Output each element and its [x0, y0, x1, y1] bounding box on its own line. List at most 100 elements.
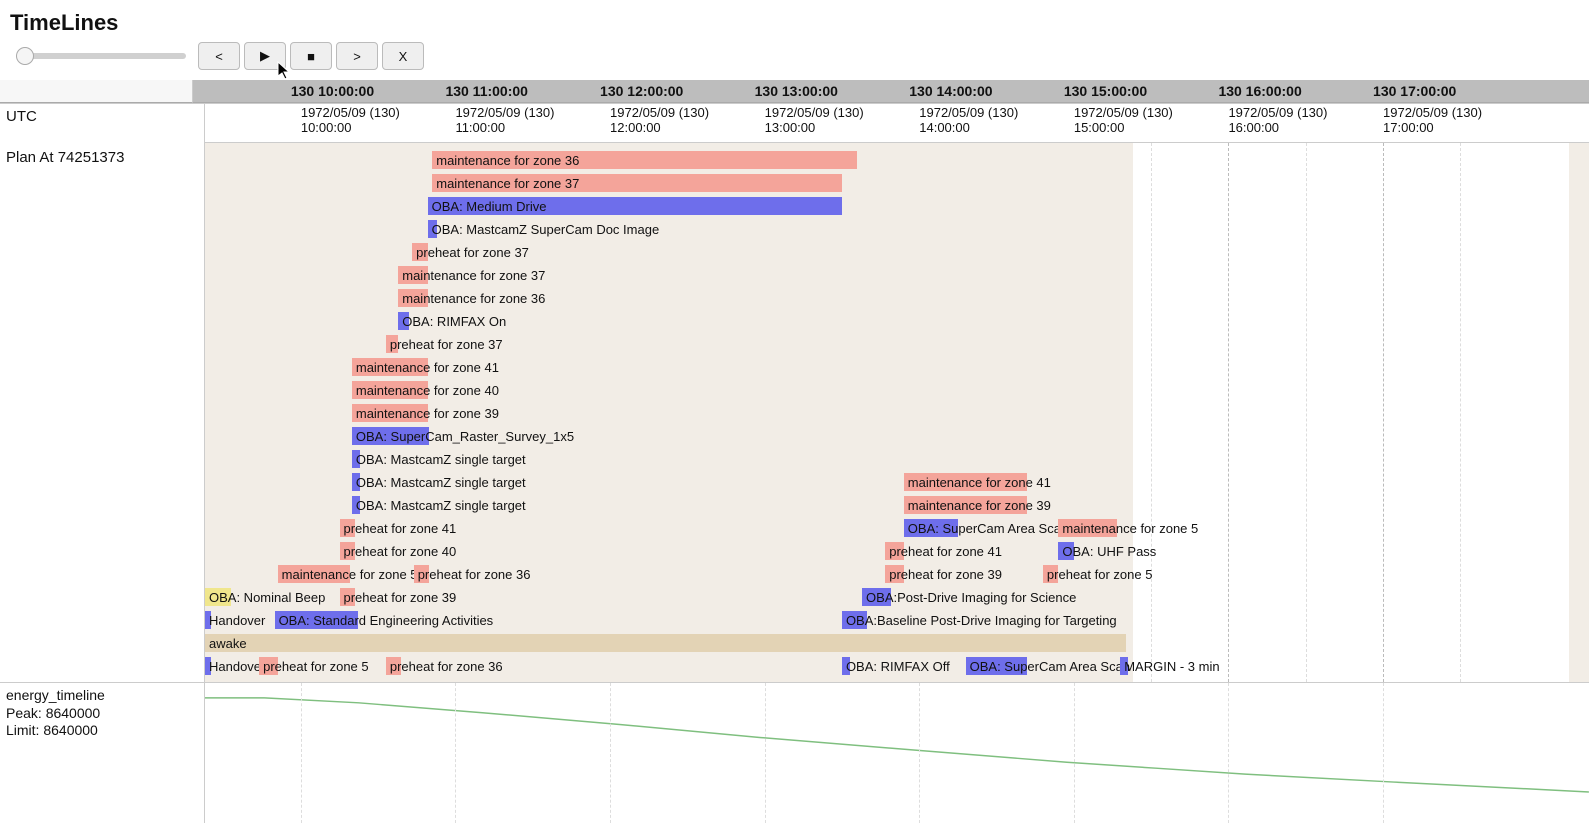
gridline-minor — [1151, 143, 1152, 682]
plan-bar[interactable]: OBA: MastcamZ single target — [352, 496, 360, 514]
gridline-minor — [1460, 143, 1461, 682]
time-header-slot: 130 11:00:00 — [443, 80, 528, 102]
time-header-slot: 130 15:00:00 — [1062, 80, 1147, 102]
plan-bar[interactable]: preheat for zone 39 — [340, 588, 355, 606]
time-header-slot: 130 17:00:00 — [1371, 80, 1456, 102]
plan-bar-label: OBA: Nominal Beep — [207, 590, 325, 605]
plan-bar[interactable]: maintenance for zone 41 — [352, 358, 428, 376]
plan-bar-label: OBA: SuperCam Area Scan — [968, 659, 1130, 674]
play-button[interactable]: ▶ — [244, 42, 286, 70]
stop-button[interactable]: ■ — [290, 42, 332, 70]
gridline — [1383, 143, 1384, 682]
plan-bar-label: Handover — [207, 613, 265, 628]
plan-bar[interactable]: maintenance for zone 5 — [278, 565, 351, 583]
utc-row: UTC 1972/05/09 (130)10:00:001972/05/09 (… — [0, 104, 1589, 143]
plan-bar-label: maintenance for zone 36 — [400, 291, 545, 306]
plan-bar[interactable]: OBA: MastcamZ single target — [352, 473, 360, 491]
plan-label: Plan At 74251373 — [0, 143, 205, 682]
plan-bar[interactable]: OBA:Post-Drive Imaging for Science — [862, 588, 891, 606]
plan-bar-label: preheat for zone 36 — [388, 659, 503, 674]
plan-bar[interactable]: OBA: UHF Pass — [1058, 542, 1073, 560]
plan-bar[interactable]: OBA: Standard Engineering Activities — [275, 611, 358, 629]
gridline — [919, 683, 920, 823]
plan-bar-label: maintenance for zone 5 — [280, 567, 418, 582]
plan-bar[interactable]: Handover — [205, 611, 211, 629]
plan-bar[interactable]: OBA: SuperCam_Raster_Survey_1x5 — [352, 427, 429, 445]
plan-bar[interactable]: preheat for zone 5 — [1043, 565, 1058, 583]
plan-bar-label: preheat for zone 39 — [887, 567, 1002, 582]
plan-bar[interactable]: maintenance for zone 41 — [904, 473, 1028, 491]
gridline — [455, 683, 456, 823]
plan-bar[interactable]: preheat for zone 37 — [412, 243, 427, 261]
plan-bar-label: preheat for zone 39 — [342, 590, 457, 605]
plan-bar[interactable]: OBA: MastcamZ single target — [352, 450, 360, 468]
plan-bar-label: maintenance for zone 39 — [906, 498, 1051, 513]
plan-bar-label: preheat for zone 5 — [261, 659, 369, 674]
plan-bar-label: maintenance for zone 37 — [400, 268, 545, 283]
gridline — [1383, 683, 1384, 823]
plan-bar[interactable]: OBA: MastcamZ SuperCam Doc Image — [428, 220, 437, 238]
utc-slot: 1972/05/09 (130)10:00:00 — [301, 106, 400, 136]
plan-bar[interactable]: maintenance for zone 37 — [398, 266, 427, 284]
time-header-track[interactable]: 130 10:00:00130 11:00:00130 12:00:00130 … — [193, 80, 1589, 103]
plan-bar-label: OBA:Post-Drive Imaging for Science — [864, 590, 1076, 605]
utc-slot: 1972/05/09 (130)12:00:00 — [610, 106, 709, 136]
plan-bar[interactable]: OBA: Nominal Beep — [205, 588, 231, 606]
gridline-minor — [1306, 143, 1307, 682]
time-header-slot: 130 13:00:00 — [753, 80, 838, 102]
plan-bar[interactable]: preheat for zone 36 — [386, 657, 401, 675]
plan-bar[interactable]: OBA:Baseline Post-Drive Imaging for Targ… — [842, 611, 867, 629]
plan-bar[interactable]: awake — [205, 634, 1126, 652]
plan-bar[interactable]: OBA: RIMFAX On — [398, 312, 409, 330]
prev-button[interactable]: < — [198, 42, 240, 70]
plan-bar[interactable]: maintenance for zone 39 — [352, 404, 428, 422]
plan-track[interactable]: maintenance for zone 36 maintenance for z… — [205, 143, 1589, 682]
utc-slot: 1972/05/09 (130)14:00:00 — [919, 106, 1018, 136]
plan-bar[interactable]: preheat for zone 41 — [885, 542, 904, 560]
plan-bar-label: OBA: MastcamZ single target — [354, 452, 526, 467]
awake-shading — [1569, 143, 1589, 682]
plan-bar[interactable]: maintenance for zone 40 — [352, 381, 428, 399]
plan-bar[interactable]: maintenance for zone 39 — [904, 496, 1028, 514]
plan-bar-label: preheat for zone 40 — [342, 544, 457, 559]
playback-buttons: < ▶ ■ > X — [198, 42, 424, 70]
plan-bar[interactable]: preheat for zone 41 — [340, 519, 355, 537]
plan-bar-label: OBA: Medium Drive — [430, 199, 547, 214]
plan-bar[interactable]: preheat for zone 5 — [259, 657, 278, 675]
plan-bar[interactable]: OBA: RIMFAX Off — [842, 657, 850, 675]
plan-bar[interactable]: OBA: SuperCam Area Scan — [966, 657, 1028, 675]
plan-bar[interactable]: preheat for zone 37 — [386, 335, 398, 353]
plan-bar[interactable]: maintenance for zone 37 — [432, 174, 842, 192]
gridline — [610, 683, 611, 823]
plan-bar[interactable]: OBA: SuperCam Area Scan — [904, 519, 958, 537]
next-button[interactable]: > — [336, 42, 378, 70]
plan-bar[interactable]: maintenance for zone 36 — [432, 151, 857, 169]
plan-bar[interactable]: maintenance for zone 5 — [1058, 519, 1117, 537]
plan-bar-label: preheat for zone 41 — [887, 544, 1002, 559]
time-header-slot: 130 16:00:00 — [1216, 80, 1301, 102]
plan-bar[interactable]: maintenance for zone 36 — [398, 289, 427, 307]
plan-bar[interactable]: Handover — [205, 657, 211, 675]
plan-bar[interactable]: preheat for zone 40 — [340, 542, 355, 560]
plan-bar-label: preheat for zone 5 — [1045, 567, 1153, 582]
plan-bar-label: OBA: RIMFAX Off — [844, 659, 950, 674]
plan-bar[interactable]: MARGIN - 3 min — [1120, 657, 1128, 675]
close-button[interactable]: X — [382, 42, 424, 70]
energy-track[interactable] — [205, 683, 1589, 823]
plan-bar-label: OBA: Standard Engineering Activities — [277, 613, 494, 628]
timeline-slider[interactable] — [16, 53, 186, 59]
gridline — [301, 683, 302, 823]
time-header-row: 130 10:00:00130 11:00:00130 12:00:00130 … — [0, 80, 1589, 104]
gridline — [1228, 143, 1229, 682]
time-header-slot: 130 12:00:00 — [598, 80, 683, 102]
energy-label: energy_timeline — [6, 687, 198, 705]
time-header-slot: 130 14:00:00 — [907, 80, 992, 102]
energy-line — [205, 698, 1589, 792]
plan-bar[interactable]: preheat for zone 36 — [414, 565, 429, 583]
plan-bar-label: OBA: SuperCam_Raster_Survey_1x5 — [354, 429, 574, 444]
plan-bar[interactable]: preheat for zone 39 — [885, 565, 904, 583]
plan-bar-label: preheat for zone 36 — [416, 567, 531, 582]
energy-row: energy_timeline Peak: 8640000 Limit: 864… — [0, 682, 1589, 823]
utc-track[interactable]: 1972/05/09 (130)10:00:00 1972/05/09 (130)… — [205, 104, 1589, 143]
plan-bar[interactable]: OBA: Medium Drive — [428, 197, 842, 215]
